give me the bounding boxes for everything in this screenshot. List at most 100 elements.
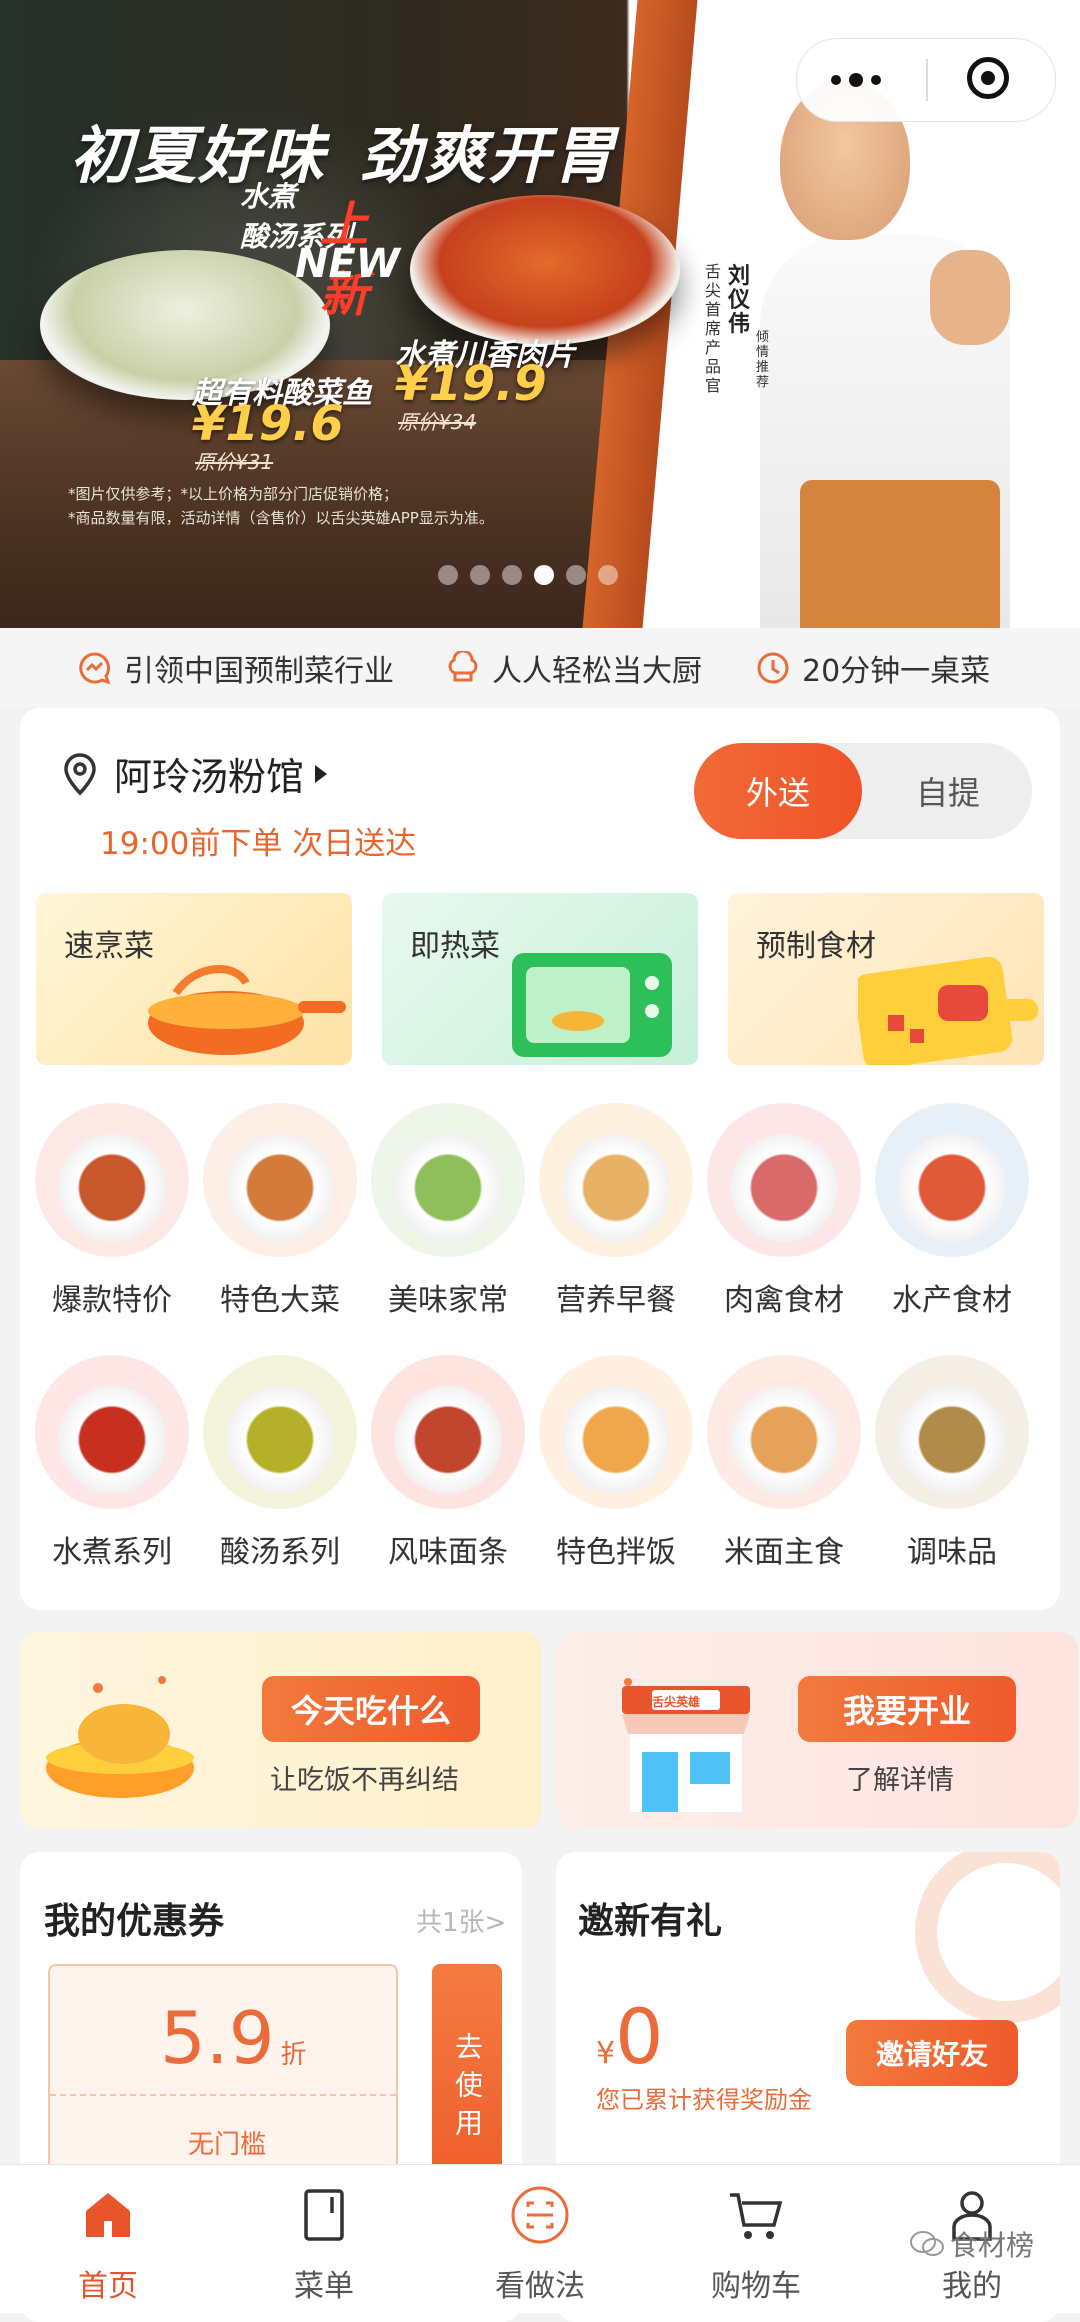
carousel-dot[interactable] [566, 565, 586, 585]
coupon-condition: 无门槛 [188, 2130, 267, 2160]
tab-cart[interactable]: 购物车 [676, 2185, 836, 2305]
carousel-dot[interactable] [470, 565, 490, 585]
banner-note-line1: *图片仅供参考；*以上价格为部分门店促销价格； [68, 485, 399, 503]
delivery-tab[interactable]: 外送 [694, 743, 862, 839]
cart-icon [730, 2193, 783, 2239]
banner-disclaimer: *图片仅供参考；*以上价格为部分门店促销价格； *商品数量有限，活动详情（含售价… [68, 482, 588, 530]
chat-icon [79, 652, 111, 685]
invite-friends-button[interactable]: 邀请好友 [846, 2020, 1018, 2086]
category-label: 营养早餐 [556, 1283, 676, 1318]
spokesperson-name: 刘仪伟 [728, 264, 751, 337]
feature-label: 人人轻松当大厨 [492, 654, 702, 689]
coupon-discount-unit: 折 [280, 2040, 307, 2070]
watermark-text: 食材榜 [950, 2229, 1035, 2262]
category-image [371, 1103, 525, 1257]
spokesperson-apron-image [800, 480, 1000, 628]
features-strip: 引领中国预制菜行业 人人轻松当大厨 20分钟一桌菜 [0, 628, 1080, 708]
category-item[interactable]: 调味品 [872, 1355, 1032, 1571]
chef-hat-icon [448, 651, 478, 682]
invite-currency: ¥ [596, 2036, 616, 2071]
coupon-divider [50, 2094, 396, 2096]
category-image [203, 1103, 357, 1257]
what-to-eat-card[interactable]: 今天吃什么 让吃饭不再纠结 [20, 1632, 542, 1828]
more-options-button[interactable] [827, 63, 917, 97]
invite-amount: ¥ 0 [596, 1992, 663, 2081]
coupons-count-link[interactable]: 共1张> [416, 1902, 506, 1939]
prepared-ingredients-tile[interactable]: 预制食材 [728, 893, 1044, 1065]
category-item[interactable]: 特色大菜 [200, 1103, 360, 1319]
shop-sign-text: 舌尖英雄 [652, 1695, 701, 1709]
what-to-eat-subtitle: 让吃饭不再纠结 [270, 1765, 459, 1796]
pickup-tab[interactable]: 自提 [864, 743, 1032, 839]
ready-heat-tile[interactable]: 即热菜 [382, 893, 698, 1065]
what-to-eat-button[interactable]: 今天吃什么 [262, 1676, 480, 1742]
category-item[interactable]: 美味家常 [368, 1103, 528, 1319]
category-item[interactable]: 特色拌饭 [536, 1355, 696, 1571]
feature-label: 20分钟一桌菜 [802, 654, 991, 689]
category-item[interactable]: 酸汤系列 [200, 1355, 360, 1571]
dish2-original-price: 原价¥34 [398, 410, 477, 434]
category-image [35, 1103, 189, 1257]
open-store-button[interactable]: 我要开业 [798, 1676, 1016, 1742]
home-icon [86, 2193, 130, 2237]
category-item[interactable]: 水产食材 [872, 1103, 1032, 1319]
tab-label: 看做法 [495, 2269, 585, 2304]
category-item[interactable]: 米面主食 [704, 1355, 864, 1571]
dish1-price: ¥19.6 [192, 396, 344, 452]
open-store-card[interactable]: 舌尖英雄 我要开业 了解详情 [556, 1632, 1078, 1828]
microwave-icon [512, 953, 672, 1057]
category-image [707, 1355, 861, 1509]
feature-item: 20分钟一桌菜 [756, 648, 991, 689]
tab-label: 菜单 [294, 2269, 354, 2304]
store-selector[interactable]: 阿玲汤粉馆 [60, 746, 330, 801]
open-store-subtitle: 了解详情 [846, 1765, 954, 1796]
invite-title: 邀新有礼 [578, 1901, 723, 1942]
category-image [371, 1355, 525, 1509]
spokesperson-sub: 倾情推荐 [756, 330, 770, 390]
category-label: 水产食材 [892, 1283, 1012, 1318]
category-image [707, 1103, 861, 1257]
feature-item: 人人轻松当大厨 [446, 648, 702, 689]
category-label: 肉禽食材 [724, 1283, 844, 1318]
invite-description: 您已累计获得奖励金 [596, 2086, 812, 2114]
category-label: 特色拌饭 [556, 1535, 676, 1570]
category-label: 爆款特价 [52, 1283, 172, 1318]
carousel-dot-active[interactable] [534, 565, 554, 585]
caret-right-icon [315, 764, 328, 783]
coupon-ticket[interactable]: 5.9 折 无门槛 [48, 1964, 398, 2188]
tab-menu[interactable]: 菜单 [244, 2185, 404, 2305]
category-label: 风味面条 [388, 1535, 508, 1570]
store-name: 阿玲汤粉馆 [114, 755, 305, 799]
wechat-icon [910, 2231, 944, 2256]
tab-label: 我的 [942, 2269, 1002, 2304]
new-en-text: NEW [295, 241, 400, 287]
clock-icon [757, 652, 789, 684]
quick-cook-tile[interactable]: 速烹菜 [36, 893, 352, 1065]
category-item[interactable]: 肉禽食材 [704, 1103, 864, 1319]
carousel-dot[interactable] [502, 565, 522, 585]
category-image [35, 1355, 189, 1509]
close-miniprogram-icon[interactable] [967, 57, 1009, 99]
category-item[interactable]: 营养早餐 [536, 1103, 696, 1319]
category-item[interactable]: 水煮系列 [32, 1355, 192, 1571]
carousel-dots [438, 565, 630, 585]
category-item[interactable]: 爆款特价 [32, 1103, 192, 1319]
feature-item: 引领中国预制菜行业 [78, 648, 394, 689]
carousel-dot[interactable] [598, 565, 618, 585]
category-image [875, 1103, 1029, 1257]
category-item[interactable]: 风味面条 [368, 1355, 528, 1571]
category-label: 美味家常 [388, 1283, 508, 1318]
banner-note-line2: *商品数量有限，活动详情（含售价）以舌尖英雄APP显示为准。 [68, 509, 494, 527]
carousel-dot[interactable] [438, 565, 458, 585]
category-image [539, 1103, 693, 1257]
category-image [875, 1355, 1029, 1509]
tab-how-to-cook[interactable]: 看做法 [460, 2185, 620, 2305]
coupon-discount-value: 5.9 [160, 1996, 275, 2080]
new-series-badge: 水煮 酸汤系列 上新 NEW [240, 175, 410, 323]
location-pin-icon [64, 752, 96, 795]
feature-label: 引领中国预制菜行业 [124, 654, 394, 689]
cutting-board-icon [858, 956, 1038, 1065]
dish2-price: ¥19.9 [395, 356, 547, 412]
tile-label: 即热菜 [410, 929, 500, 964]
tab-home[interactable]: 首页 [28, 2185, 188, 2305]
